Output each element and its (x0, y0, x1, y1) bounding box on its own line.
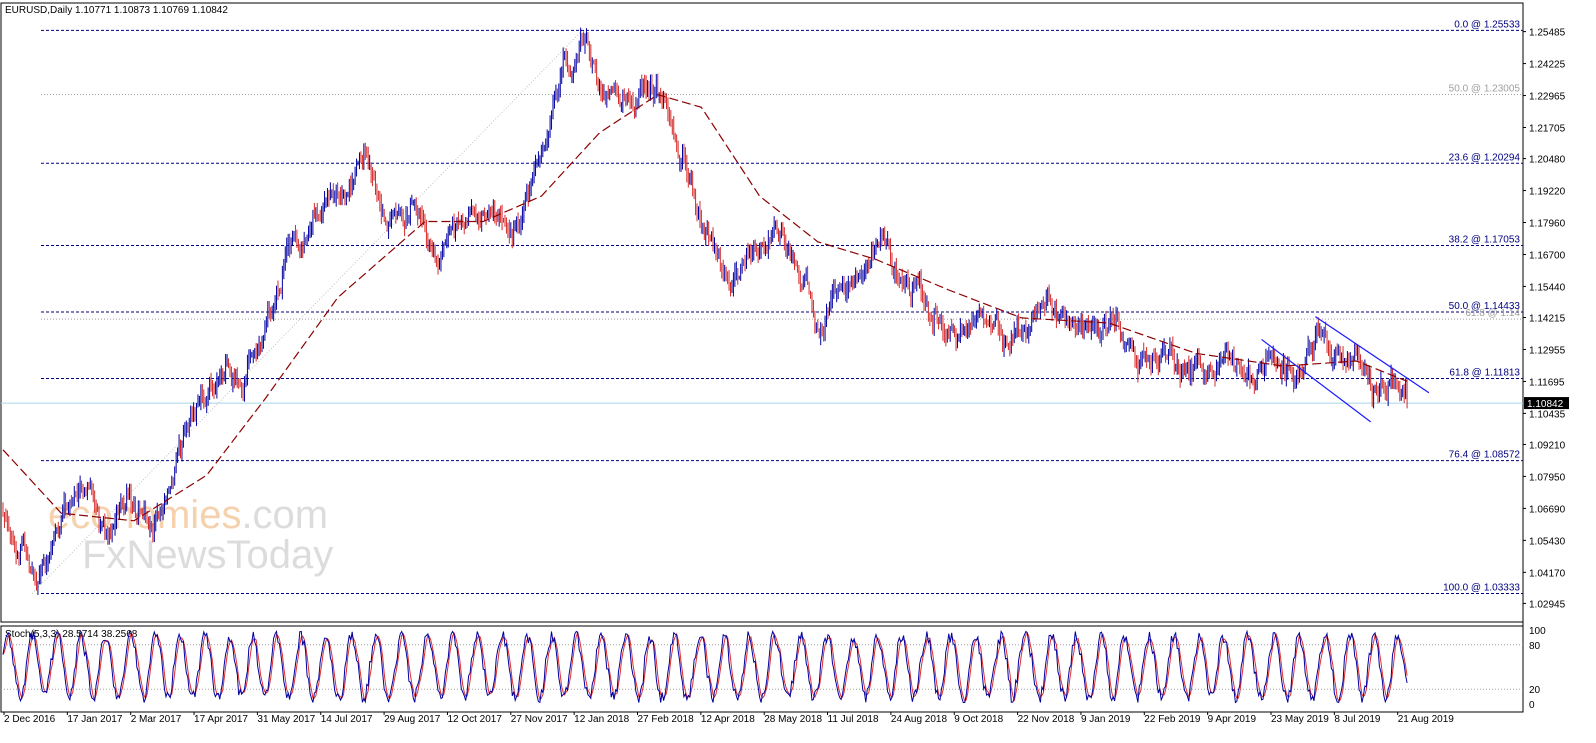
date-tick-label: 9 Apr 2019 (1208, 714, 1257, 725)
price-tick-label: 1.10435 (1529, 409, 1566, 420)
current-price-label: 1.10842 (1527, 399, 1564, 410)
date-tick-label: 9 Jan 2019 (1081, 714, 1131, 725)
stoch-level-label: 0 (1529, 700, 1535, 711)
price-tick-label: 1.19220 (1529, 187, 1566, 198)
price-tick-label: 1.02945 (1529, 599, 1566, 610)
price-tick-label: 1.11695 (1529, 377, 1565, 388)
price-tick-label: 1.04170 (1529, 568, 1566, 579)
stoch-level-label: 80 (1529, 641, 1541, 652)
chart-window: economies.com FxNewsToday 1.25485 1.24225 1.… (0, 0, 1596, 743)
price-tick-label: 1.22965 (1529, 92, 1566, 103)
fib-label: 61.8 @ 1.11813 (1449, 367, 1520, 378)
watermark-word-newstoday: NewsToday (126, 533, 333, 577)
price-tick-label: 1.24225 (1529, 60, 1566, 71)
date-tick-label: 22 Feb 2019 (1144, 714, 1201, 725)
stoch-level-label: 20 (1529, 685, 1541, 696)
current-price-badge: 1.10842 (1524, 397, 1569, 410)
price-tick-label: 1.15440 (1529, 282, 1566, 293)
date-tick-label: 9 Oct 2018 (954, 714, 1003, 725)
date-tick-label: 21 Aug 2019 (1398, 714, 1455, 725)
date-tick-label: 17 Jan 2017 (67, 714, 122, 725)
stoch-level-label: 100 (1529, 626, 1546, 637)
price-axis: 1.25485 1.24225 1.22965 1.21705 1.20480 1.192… (1523, 28, 1566, 610)
stochastic-panel: 100 80 20 0 Stoch(5,3,3) 28.5714 38.2568 (1, 626, 1546, 711)
fib-label: 50.0 @ 1.23005 (1449, 84, 1521, 95)
channel-upper-line (1315, 316, 1430, 394)
date-tick-label: 29 Aug 2017 (384, 714, 441, 725)
price-tick-label: 1.21705 (1529, 124, 1566, 135)
date-tick-label: 8 Jul 2019 (1334, 714, 1381, 725)
chart-canvas: economies.comFxNewsToday1.254851.242251.… (0, 2, 1569, 725)
price-tick-label: 1.14215 (1529, 314, 1566, 325)
price-tick-label: 1.07950 (1529, 472, 1566, 483)
price-tick-label: 1.06690 (1529, 504, 1566, 515)
fib-label: 100.0 @ 1.03333 (1443, 583, 1520, 594)
date-tick-label: 28 May 2018 (764, 714, 822, 725)
price-tick-label: 1.12955 (1529, 345, 1566, 356)
date-tick-label: 2 Dec 2016 (4, 714, 56, 725)
price-tick-label: 1.20480 (1529, 155, 1566, 166)
fib-label: 23.6 @ 1.20294 (1449, 152, 1521, 163)
watermark-line-1: economies.com (48, 493, 328, 537)
fib-label: 61.8 @ 1.14 (1465, 308, 1520, 319)
date-tick-label: 23 May 2019 (1271, 714, 1329, 725)
watermark: economies.comFxNewsToday (48, 493, 333, 577)
date-tick-label: 12 Jan 2018 (574, 714, 629, 725)
price-tick-label: 1.17960 (1529, 219, 1566, 230)
watermark-word-fx: Fx (82, 533, 126, 577)
date-tick-label: 12 Oct 2017 (447, 714, 502, 725)
price-tick-label: 1.25485 (1529, 28, 1566, 39)
date-tick-label: 11 Jul 2018 (828, 714, 879, 725)
date-axis: 2 Dec 2016 17 Jan 2017 2 Mar 2017 17 Apr 20… (3, 712, 1455, 725)
date-tick-label: 2 Mar 2017 (131, 714, 182, 725)
fib-label: 38.2 @ 1.17053 (1449, 235, 1521, 246)
date-tick-label: 31 May 2017 (257, 714, 315, 725)
date-tick-label: 22 Nov 2018 (1018, 714, 1075, 725)
date-tick-label: 17 Apr 2017 (194, 714, 248, 725)
date-tick-label: 24 Aug 2018 (891, 714, 948, 725)
date-tick-label: 27 Feb 2018 (638, 714, 695, 725)
watermark-word-com: .com (241, 493, 328, 537)
stoch-label: Stoch(5,3,3) 28.5714 38.2568 (5, 629, 138, 640)
date-tick-label: 27 Nov 2017 (511, 714, 568, 725)
price-tick-label: 1.09210 (1529, 440, 1566, 451)
price-tick-label: 1.16700 (1529, 250, 1566, 261)
fib-label: 76.4 @ 1.08572 (1449, 450, 1521, 461)
moving-average-line (2, 94, 1408, 522)
date-tick-label: 14 Jul 2017 (321, 714, 373, 725)
fib-label: 0.0 @ 1.25533 (1454, 19, 1520, 30)
watermark-line-2: FxNewsToday (82, 533, 333, 577)
price-tick-label: 1.05430 (1529, 536, 1566, 547)
chart-header-label: EURUSD,Daily 1.10771 1.10873 1.10769 1.1… (5, 5, 228, 16)
date-tick-label: 12 Apr 2018 (701, 714, 755, 725)
